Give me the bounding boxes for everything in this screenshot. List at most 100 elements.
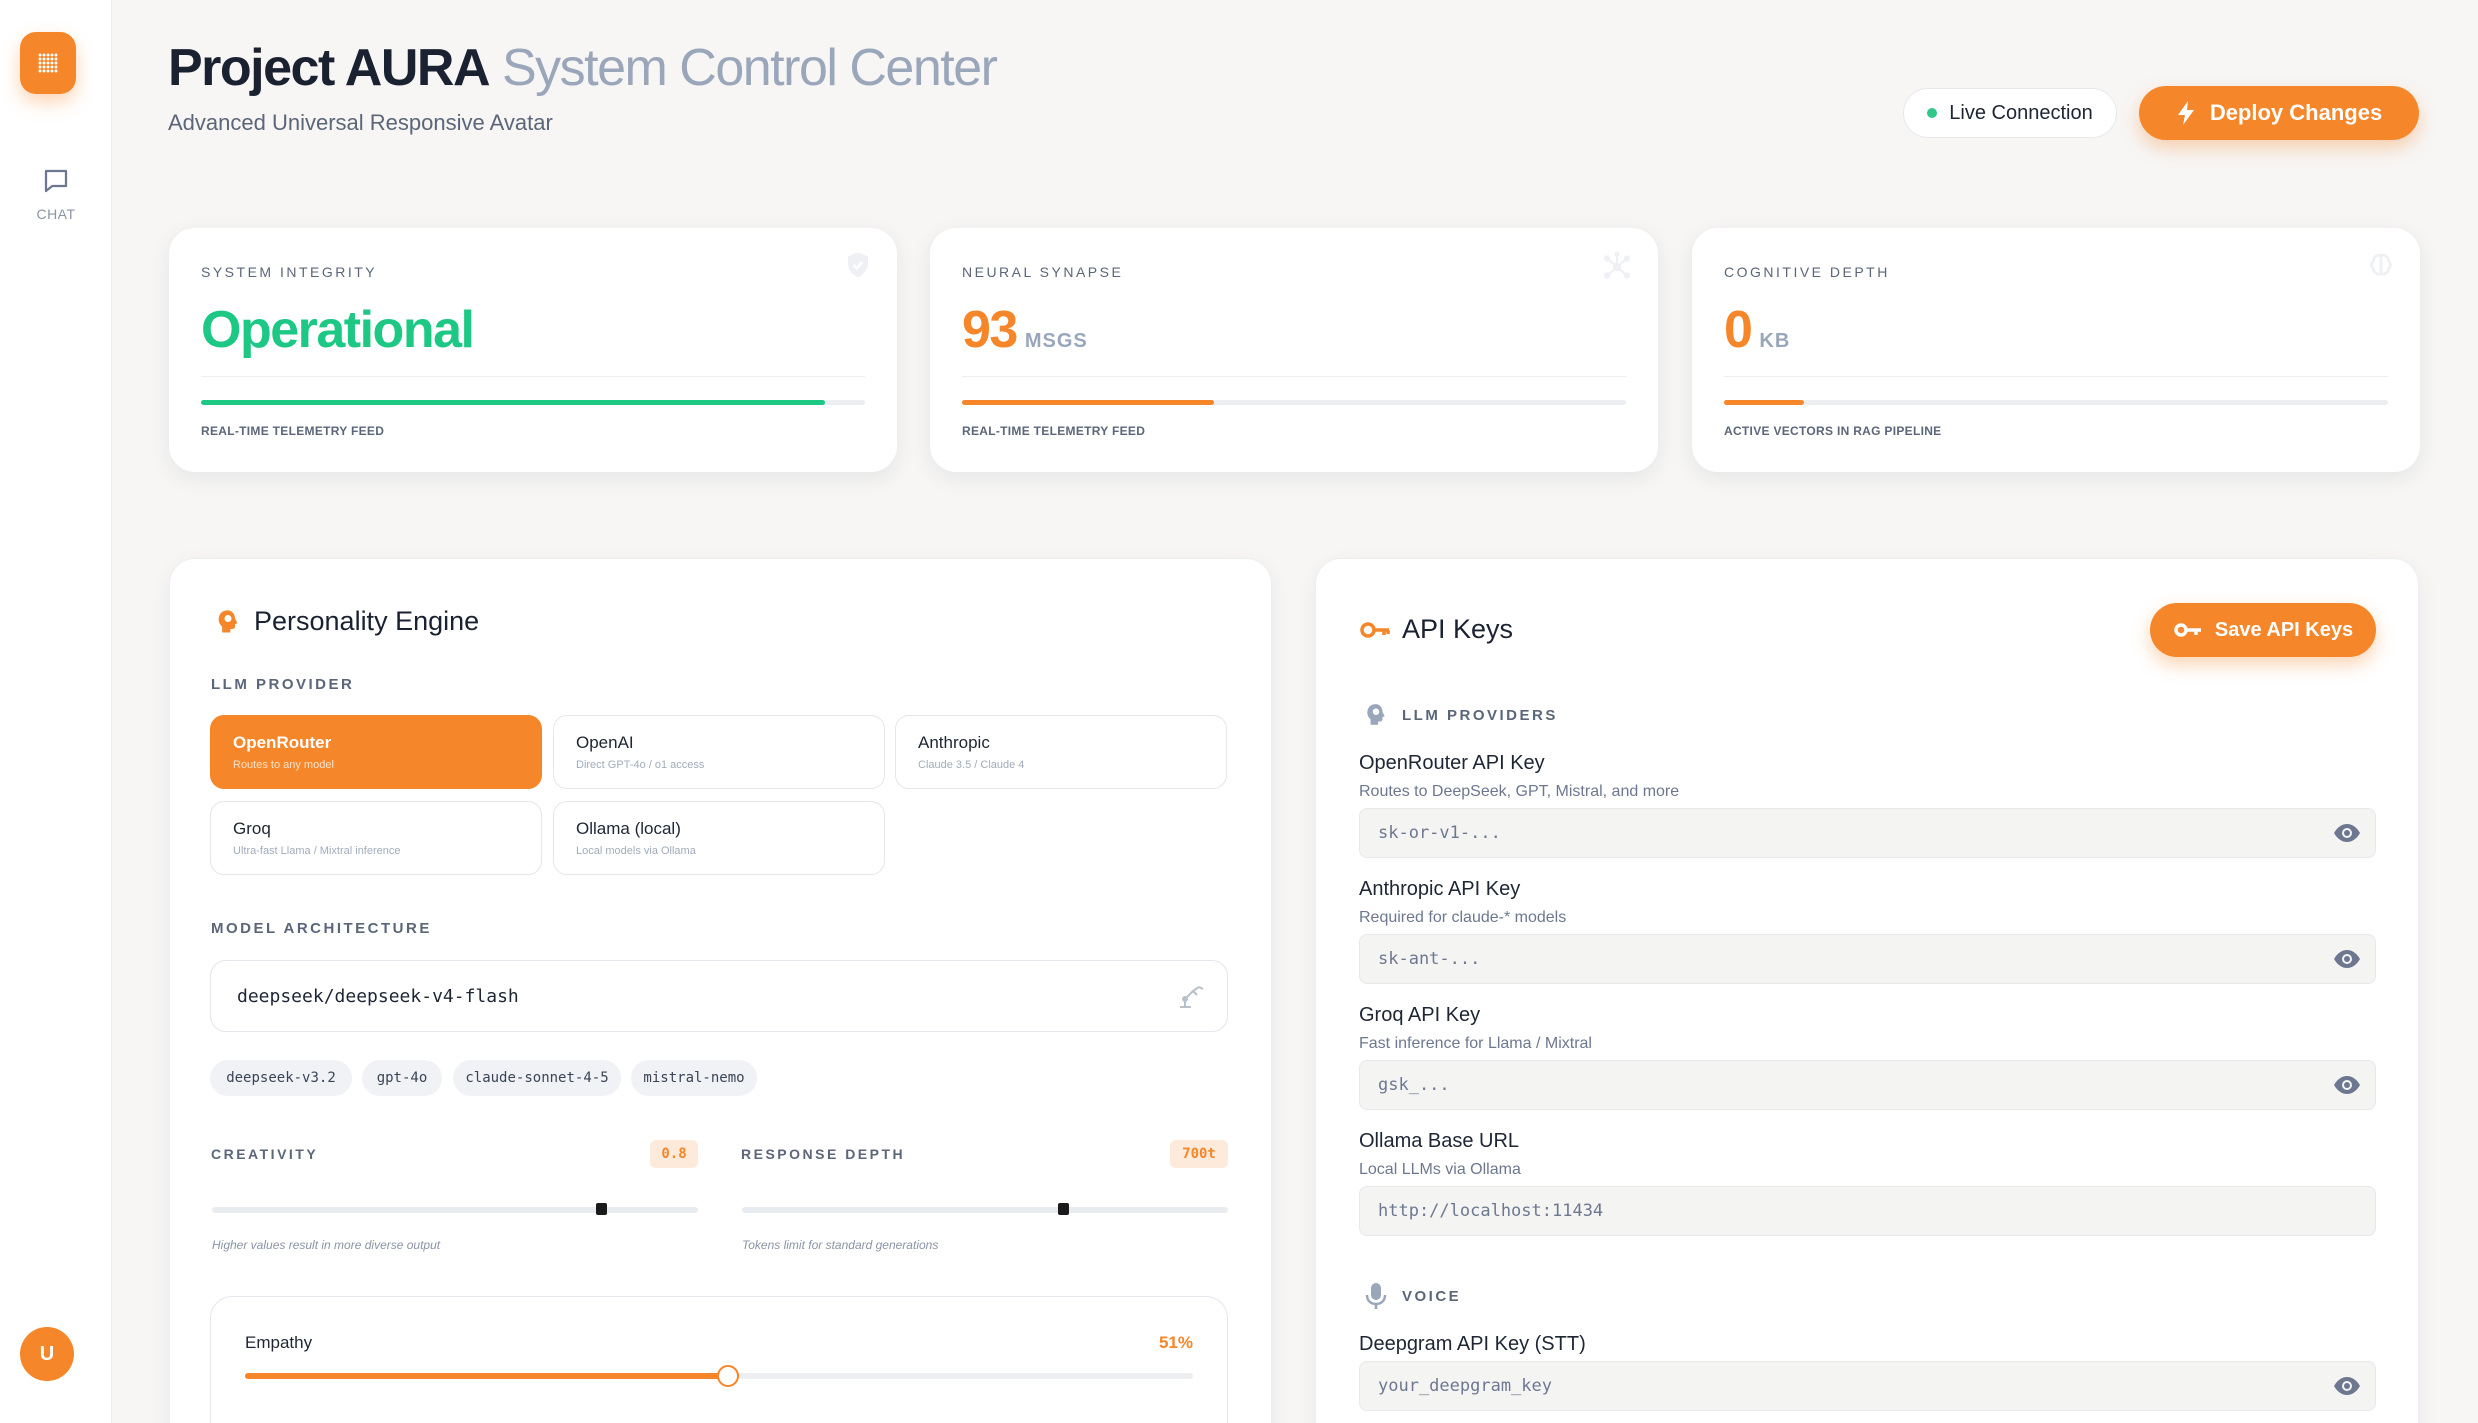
key-icon — [1360, 622, 1390, 638]
app-logo[interactable] — [20, 32, 76, 94]
stat-unit: MSGS — [1024, 330, 1088, 352]
sidebar-item-chat[interactable]: CHAT — [0, 166, 112, 224]
shield-icon — [848, 252, 868, 278]
stat-label: NEURAL SYNAPSE — [962, 264, 1124, 280]
anthropic-key-label: Anthropic API Key — [1359, 878, 1521, 900]
model-chip[interactable]: deepseek-v3.2 — [210, 1060, 352, 1096]
provider-groq[interactable]: Groq Ultra-fast Llama / Mixtral inferenc… — [210, 801, 542, 875]
provider-desc: Ultra-fast Llama / Mixtral inference — [233, 845, 401, 857]
eye-icon[interactable] — [2333, 823, 2361, 843]
provider-name: OpenRouter — [233, 733, 332, 752]
deploy-changes-label: Deploy Changes — [2209, 100, 2383, 125]
stat-card-system-integrity: SYSTEM INTEGRITY Operational REAL-TIME T… — [169, 228, 897, 472]
page-title: Project AURA System Control Center — [168, 38, 998, 98]
robot-arm-icon — [1180, 986, 1204, 1008]
lightning-icon — [2177, 101, 2194, 125]
provider-ollama[interactable]: Ollama (local) Local models via Ollama — [553, 801, 885, 875]
model-chip[interactable]: claude-sonnet-4-5 — [453, 1060, 621, 1096]
creativity-label: CREATIVITY — [211, 1146, 319, 1162]
voice-section-label: VOICE — [1402, 1288, 1462, 1305]
eye-icon[interactable] — [2333, 949, 2361, 969]
openrouter-key-label: OpenRouter API Key — [1359, 752, 1545, 774]
deploy-changes-button[interactable]: Deploy Changes — [2139, 86, 2419, 140]
groq-key-input[interactable]: gsk_... — [1359, 1060, 2376, 1110]
user-avatar[interactable]: U — [20, 1327, 74, 1381]
provider-anthropic[interactable]: Anthropic Claude 3.5 / Claude 4 — [895, 715, 1227, 789]
provider-name: Ollama (local) — [576, 819, 681, 838]
divider — [201, 376, 865, 377]
input-placeholder: your_deepgram_key — [1378, 1376, 1552, 1396]
stat-unit: KB — [1759, 330, 1791, 352]
provider-desc: Direct GPT-4o / o1 access — [576, 759, 705, 771]
microphone-icon — [1365, 1283, 1387, 1309]
divider — [1724, 376, 2388, 377]
model-architecture-section-label: MODEL ARCHITECTURE — [211, 920, 432, 937]
brain-head-icon — [218, 610, 238, 633]
stat-value: Operational — [201, 300, 475, 360]
eye-icon[interactable] — [2333, 1075, 2361, 1095]
stat-value: 93 MSGS — [962, 300, 1088, 360]
stat-caption: REAL-TIME TELEMETRY FEED — [962, 424, 1146, 438]
creativity-value-badge: 0.8 — [650, 1140, 698, 1168]
model-chip[interactable]: mistral-nemo — [631, 1060, 757, 1096]
response-depth-help: Tokens limit for standard generations — [742, 1238, 939, 1252]
input-placeholder: gsk_... — [1378, 1075, 1450, 1095]
provider-openai[interactable]: OpenAI Direct GPT-4o / o1 access — [553, 715, 885, 789]
input-placeholder: sk-ant-... — [1378, 949, 1481, 969]
input-placeholder: http://localhost:11434 — [1378, 1201, 1604, 1221]
model-input[interactable]: deepseek/deepseek-v4-flash — [210, 960, 1228, 1032]
openrouter-key-input[interactable]: sk-or-v1-... — [1359, 808, 2376, 858]
page-subtitle: Advanced Universal Responsive Avatar — [168, 110, 553, 135]
ollama-url-input[interactable]: http://localhost:11434 — [1359, 1186, 2376, 1236]
empathy-label: Empathy — [245, 1333, 313, 1352]
personality-engine-title: Personality Engine — [254, 606, 480, 636]
stat-caption: REAL-TIME TELEMETRY FEED — [201, 424, 385, 438]
empathy-slider[interactable] — [245, 1365, 1193, 1387]
response-depth-slider[interactable] — [742, 1203, 1228, 1215]
live-connection-badge[interactable]: Live Connection — [1903, 88, 2117, 138]
anthropic-key-input[interactable]: sk-ant-... — [1359, 934, 2376, 984]
provider-name: OpenAI — [576, 733, 634, 752]
provider-name: Anthropic — [918, 733, 990, 752]
creativity-slider-thumb[interactable] — [595, 1203, 607, 1215]
creativity-slider[interactable] — [212, 1203, 698, 1215]
divider — [962, 376, 1626, 377]
page-title-light: System Control Center — [501, 39, 998, 97]
model-input-value: deepseek/deepseek-v4-flash — [237, 985, 519, 1007]
chat-icon — [44, 169, 68, 193]
stat-progress-fill — [201, 400, 826, 405]
response-depth-label: RESPONSE DEPTH — [741, 1146, 906, 1162]
model-chip[interactable]: gpt-4o — [362, 1060, 442, 1096]
stat-progress-fill — [962, 400, 1215, 405]
stat-card-cognitive-depth: COGNITIVE DEPTH 0 KB ACTIVE VECTORS IN RA… — [1692, 228, 2420, 472]
groq-key-label: Groq API Key — [1359, 1004, 1481, 1026]
stat-progress-track — [201, 400, 865, 405]
stat-value-text: Operational — [201, 301, 475, 359]
network-icon — [1603, 251, 1631, 279]
response-depth-slider-thumb[interactable] — [1057, 1203, 1069, 1215]
groq-key-help: Fast inference for Llama / Mixtral — [1359, 1035, 1592, 1052]
stat-caption: ACTIVE VECTORS IN RAG PIPELINE — [1724, 424, 1942, 438]
llm-providers-section-label: LLM PROVIDERS — [1402, 707, 1558, 724]
brain-head-icon — [1367, 704, 1385, 725]
llm-provider-section-label: LLM PROVIDER — [211, 676, 355, 693]
provider-name: Groq — [233, 819, 271, 838]
page-title-bold: Project AURA — [168, 39, 491, 97]
stat-progress-track — [1724, 400, 2388, 405]
key-icon — [2174, 623, 2201, 637]
empathy-slider-thumb[interactable] — [717, 1365, 740, 1387]
api-keys-title: API Keys — [1402, 614, 1514, 644]
deepgram-key-input[interactable]: your_deepgram_key — [1359, 1361, 2376, 1411]
eye-icon[interactable] — [2333, 1376, 2361, 1396]
save-api-keys-button[interactable]: Save API Keys — [2150, 603, 2376, 657]
empathy-value: 51% — [1158, 1333, 1193, 1352]
provider-desc: Claude 3.5 / Claude 4 — [918, 759, 1025, 771]
api-keys-panel — [1315, 558, 2419, 1423]
stat-value-text: 0 — [1724, 301, 1753, 359]
save-api-keys-label: Save API Keys — [2214, 618, 2354, 641]
provider-openrouter[interactable]: OpenRouter Routes to any model — [210, 715, 542, 789]
sidebar: CHAT U — [0, 0, 112, 1423]
empathy-slider-fill — [245, 1373, 729, 1379]
creativity-help: Higher values result in more diverse out… — [212, 1238, 441, 1252]
stat-label: SYSTEM INTEGRITY — [201, 264, 378, 280]
